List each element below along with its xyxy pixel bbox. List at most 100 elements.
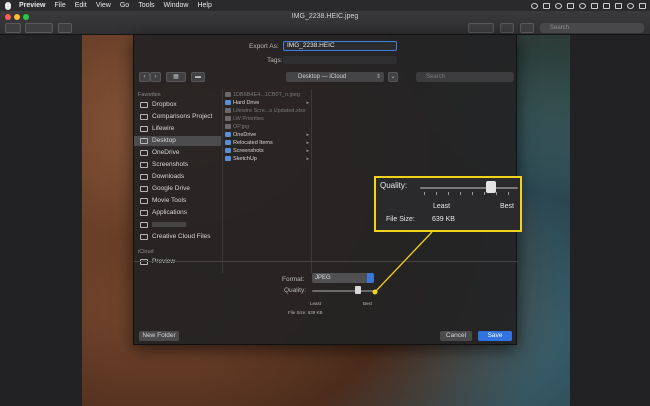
markup-button[interactable] xyxy=(468,23,494,33)
sidebar-item-lifewire[interactable]: Lifewire xyxy=(134,124,221,134)
sync-status-icon[interactable] xyxy=(555,2,562,9)
folder-icon xyxy=(140,126,148,132)
folder-icon xyxy=(225,148,231,153)
chevron-right-icon: ▸ xyxy=(306,148,309,154)
notification-center-icon[interactable] xyxy=(639,2,646,9)
new-folder-button[interactable]: New Folder xyxy=(139,331,179,341)
new-folder-icon[interactable]: ▬ xyxy=(191,72,205,82)
chevron-right-icon: ▸ xyxy=(306,100,309,106)
bluetooth-icon[interactable] xyxy=(579,2,586,9)
folder-icon xyxy=(225,132,231,137)
spreadsheet-file-icon xyxy=(225,108,231,113)
spotlight-icon[interactable] xyxy=(627,2,634,9)
sidebar-item-desktop[interactable]: Desktop xyxy=(134,136,221,146)
window-titlebar: IMG_2238.HEIC.jpeg Search xyxy=(0,11,650,35)
apple-logo-icon[interactable] xyxy=(5,1,11,10)
sidebar-item-movie-tools[interactable]: Movie Tools xyxy=(134,196,221,206)
export-as-input[interactable]: IMG_2238.HEIC xyxy=(283,41,397,51)
menu-window[interactable]: Window xyxy=(164,0,189,11)
tags-input[interactable] xyxy=(283,56,397,64)
quality-label: Quality: xyxy=(284,287,307,294)
location-select[interactable]: Desktop — iCloud ⇕ xyxy=(286,72,384,82)
rotate-button[interactable] xyxy=(500,23,514,33)
favorites-header: Favorites xyxy=(138,92,161,98)
airplay-icon[interactable] xyxy=(567,2,574,9)
menu-app-name[interactable]: Preview xyxy=(19,0,45,11)
file-size-text: File Size: 639 KB xyxy=(288,310,323,315)
redacted-label xyxy=(152,221,186,227)
view-options-button[interactable]: ▦ xyxy=(166,72,186,82)
sheet-search-input[interactable]: Search xyxy=(416,72,514,82)
document-file-icon xyxy=(225,116,231,121)
menu-bar: Preview File Edit View Go Tools Window H… xyxy=(0,0,650,11)
expand-sheet-button[interactable]: ⌄ xyxy=(388,72,398,82)
format-label: Format: xyxy=(282,276,305,283)
file-row[interactable]: OneDrive ▸ xyxy=(223,131,312,139)
file-row[interactable]: Lifewire Scre...s Updated.xlsx xyxy=(223,107,312,115)
navigation-row: ‹ › ▦ ▬ Desktop — iCloud ⇕ ⌄ Search xyxy=(134,72,518,84)
callout-quality-label: Quality: xyxy=(380,181,408,190)
folder-icon xyxy=(225,156,231,161)
quality-slider-thumb[interactable] xyxy=(355,286,361,294)
slider-tick xyxy=(424,192,425,195)
sidebar-item-preview[interactable]: Preview xyxy=(134,257,221,267)
wifi-icon[interactable] xyxy=(591,2,598,9)
sidebar-toggle-button[interactable] xyxy=(5,23,21,33)
folder-icon xyxy=(140,198,148,204)
callout-quality-thumb xyxy=(486,181,496,193)
save-button[interactable]: Save xyxy=(478,331,512,341)
chevron-updown-icon: ⇕ xyxy=(375,74,381,80)
sidebar-item-applications[interactable]: Applications xyxy=(134,208,221,218)
file-row[interactable]: LW Priorities xyxy=(223,115,312,123)
zoom-buttons[interactable] xyxy=(25,23,53,33)
cloud-status-icon[interactable] xyxy=(543,2,550,9)
back-button[interactable]: ‹ xyxy=(139,72,150,82)
battery-icon[interactable] xyxy=(615,2,622,9)
format-select[interactable]: JPEG xyxy=(312,273,374,283)
folder-icon xyxy=(225,140,231,145)
sidebar-item-google-drive[interactable]: Google Drive xyxy=(134,184,221,194)
sidebar-item-creative-cloud-files[interactable]: Creative Cloud Files xyxy=(134,232,221,242)
volume-icon[interactable] xyxy=(603,2,610,9)
sidebar-item-blurred[interactable] xyxy=(134,220,221,230)
menu-tools[interactable]: Tools xyxy=(138,0,154,11)
menu-edit[interactable]: Edit xyxy=(75,0,87,11)
chevron-right-icon: ▸ xyxy=(306,132,309,138)
cancel-button[interactable]: Cancel xyxy=(440,331,472,341)
file-row[interactable]: Relocated Items ▸ xyxy=(223,139,312,147)
screen: Preview File Edit View Go Tools Window H… xyxy=(0,0,650,406)
sidebar-item-dropbox[interactable]: Dropbox xyxy=(134,100,221,110)
sidebar-item-comparisons-project[interactable]: Comparisons Project xyxy=(134,112,221,122)
file-row[interactable]: Screenshots ▸ xyxy=(223,147,312,155)
folder-icon xyxy=(140,186,148,192)
image-file-icon xyxy=(225,124,231,129)
menu-view[interactable]: View xyxy=(96,0,111,11)
menu-go[interactable]: Go xyxy=(120,0,129,11)
slider-tick xyxy=(508,192,509,195)
sidebar-item-onedrive[interactable]: OneDrive xyxy=(134,148,221,158)
quality-slider-track[interactable] xyxy=(312,290,374,292)
file-list: 1DB6B4E4...1CB0T_n.jpeg Hard Drive ▸ Life… xyxy=(222,89,312,273)
folder-icon xyxy=(140,234,148,240)
forward-button[interactable]: › xyxy=(150,72,161,82)
sidebar-item-downloads[interactable]: Downloads xyxy=(134,172,221,182)
file-row[interactable]: OP.jpg xyxy=(223,123,312,131)
downloads-icon xyxy=(140,174,148,180)
slider-tick xyxy=(472,192,473,195)
window-left-margin xyxy=(0,35,82,406)
folder-icon xyxy=(225,100,231,105)
dropbox-status-icon[interactable] xyxy=(531,2,538,9)
window-search-field[interactable]: Search xyxy=(540,23,644,33)
menu-file[interactable]: File xyxy=(54,0,65,11)
share-button[interactable] xyxy=(58,23,72,33)
menu-help[interactable]: Help xyxy=(197,0,211,11)
annotate-button[interactable] xyxy=(520,23,534,33)
file-row[interactable]: SketchUp ▸ xyxy=(223,155,312,163)
slider-tick xyxy=(460,192,461,195)
slider-tick xyxy=(496,192,497,195)
sidebar-item-screenshots[interactable]: Screenshots xyxy=(134,160,221,170)
applications-icon xyxy=(140,210,148,216)
file-row[interactable]: Hard Drive ▸ xyxy=(223,99,312,107)
callout-least-label: Least xyxy=(433,203,451,210)
file-row[interactable]: 1DB6B4E4...1CB0T_n.jpeg xyxy=(223,91,312,99)
